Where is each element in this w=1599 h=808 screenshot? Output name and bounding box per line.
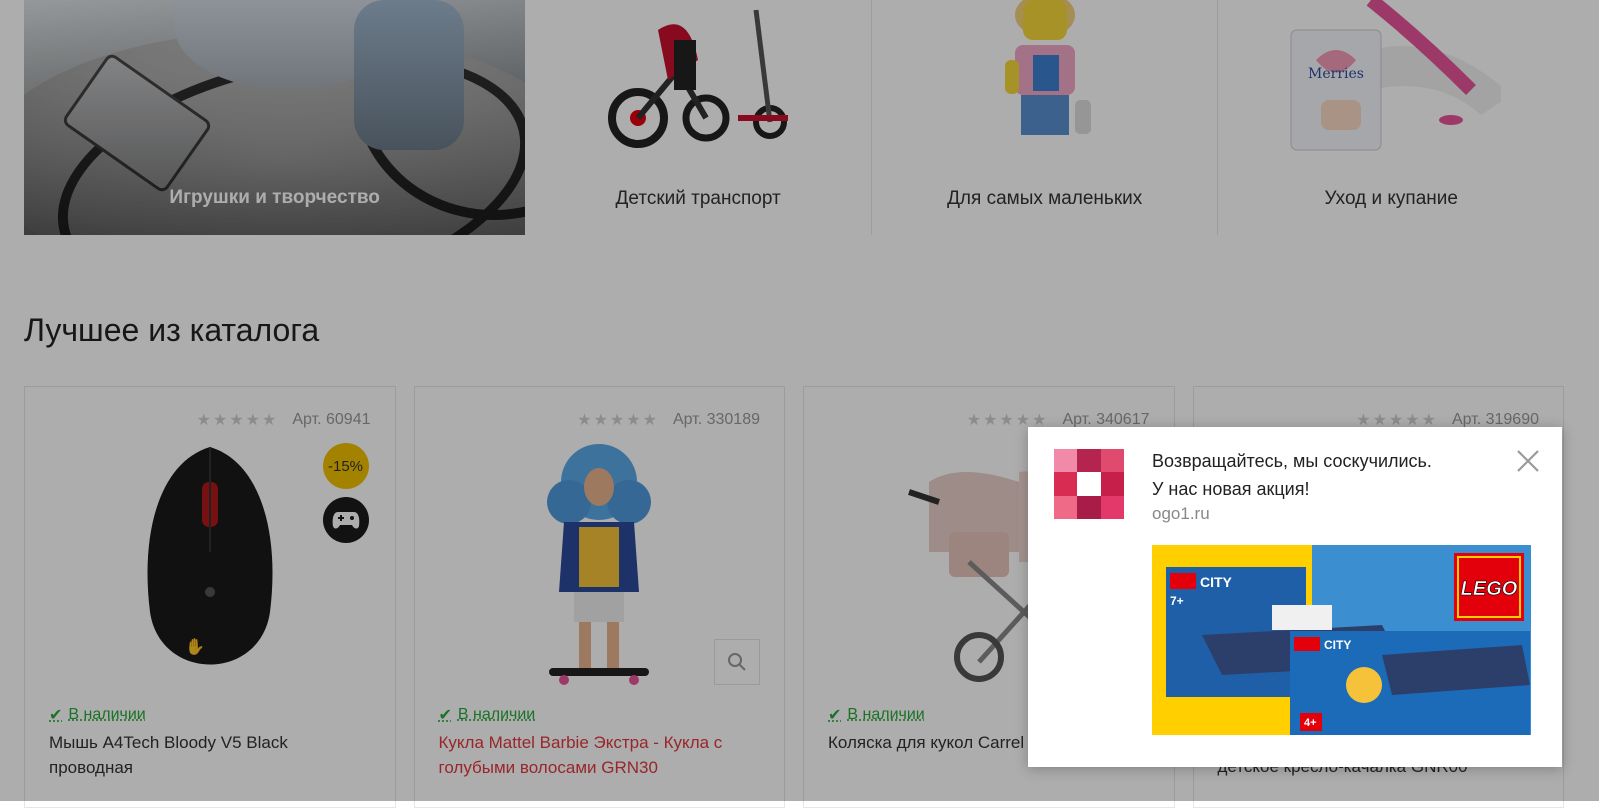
svg-text:7+: 7+ xyxy=(1170,594,1184,608)
promo-popup[interactable]: Возвращайтесь, мы соскучились. У нас нов… xyxy=(1028,427,1562,767)
page: Игрушки и творчество Детский транспорт Д… xyxy=(0,0,1599,801)
svg-text:CITY: CITY xyxy=(1324,638,1351,652)
svg-text:CITY: CITY xyxy=(1200,574,1233,590)
lego-city-banner[interactable]: CITY 7+ CITY 4+ LEGO xyxy=(1152,545,1531,735)
popup-subtitle: У нас новая акция! xyxy=(1152,475,1309,503)
close-icon[interactable] xyxy=(1512,445,1544,477)
popup-domain: ogo1.ru xyxy=(1152,504,1210,524)
popup-title: Возвращайтесь, мы соскучились. xyxy=(1152,447,1432,475)
svg-text:4+: 4+ xyxy=(1304,717,1317,729)
svg-text:LEGO: LEGO xyxy=(1461,578,1518,600)
ogo-logo xyxy=(1054,449,1124,519)
